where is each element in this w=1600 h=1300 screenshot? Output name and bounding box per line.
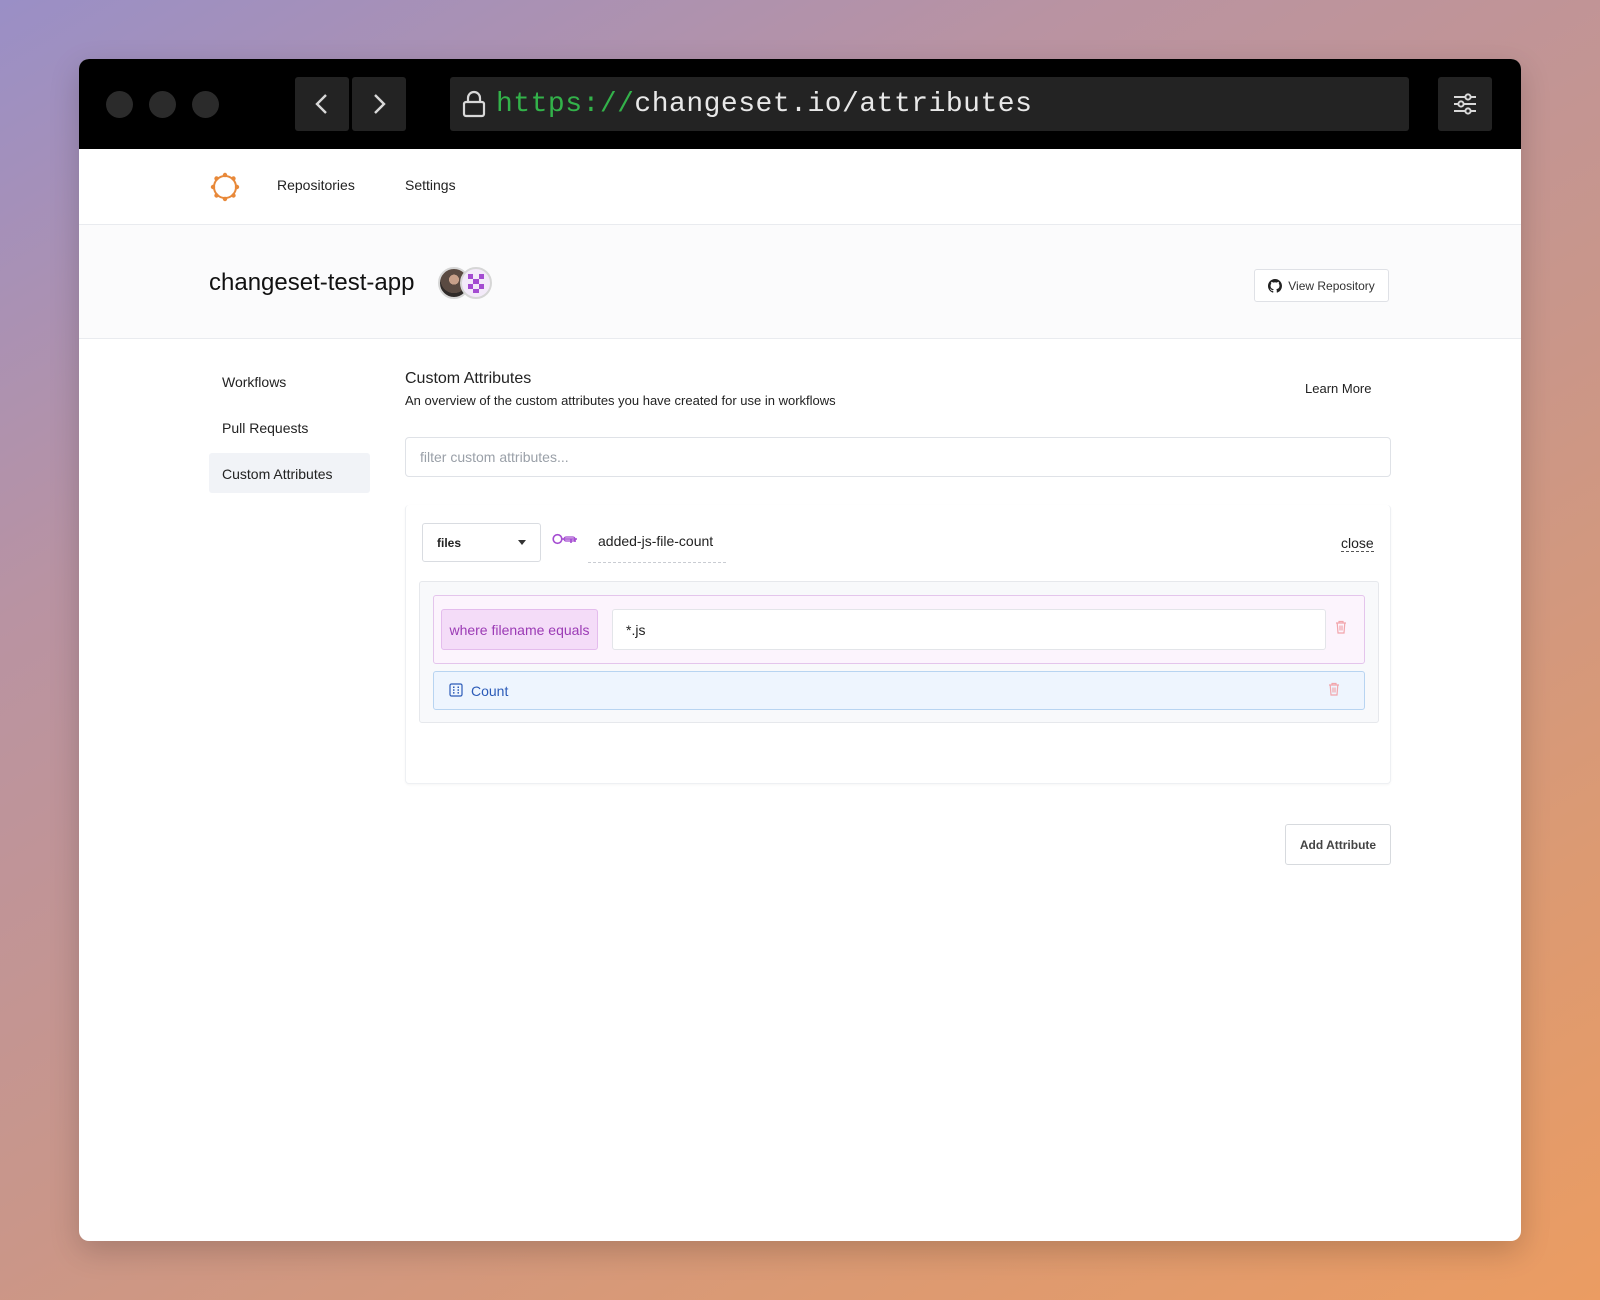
repo-title: changeset-test-app xyxy=(209,269,415,296)
section-title: Custom Attributes xyxy=(405,370,532,387)
forward-button[interactable] xyxy=(352,77,406,131)
url-scheme: https:// xyxy=(496,88,635,120)
trash-icon[interactable] xyxy=(1335,620,1347,634)
attribute-card: files added-js-file-count close where fi… xyxy=(405,505,1391,784)
nav-settings[interactable]: Settings xyxy=(405,177,456,193)
browser-chrome: https://changeset.io/attributes xyxy=(79,59,1521,149)
sidebar-item-workflows[interactable]: Workflows xyxy=(209,361,370,401)
chevron-right-icon xyxy=(374,94,386,114)
filter-value-input[interactable] xyxy=(612,609,1326,650)
calculator-icon xyxy=(449,683,463,697)
learn-more-link[interactable]: Learn More xyxy=(1305,381,1371,396)
sidebar-item-label: Pull Requests xyxy=(222,420,309,436)
github-icon xyxy=(1268,278,1283,293)
view-repository-label: View Repository xyxy=(1288,278,1375,293)
sidebar-item-custom-attributes[interactable]: Custom Attributes xyxy=(209,453,370,493)
filter-condition-label[interactable]: where filename equals xyxy=(441,609,598,650)
browser-window: https://changeset.io/attributes Reposito xyxy=(79,59,1521,1241)
chevron-left-icon xyxy=(315,94,327,114)
caret-down-icon xyxy=(518,540,526,545)
attribute-name-input[interactable]: added-js-file-count xyxy=(588,523,726,563)
window-close-dot[interactable] xyxy=(106,91,133,118)
section-subtitle: An overview of the custom attributes you… xyxy=(405,393,836,408)
aggregation-row: Count xyxy=(433,671,1365,710)
avatar[interactable] xyxy=(460,267,492,299)
url-text: https://changeset.io/attributes xyxy=(496,89,1032,120)
lock-icon xyxy=(462,90,486,118)
add-attribute-button[interactable]: Add Attribute xyxy=(1285,824,1391,865)
source-select[interactable]: files xyxy=(422,523,541,562)
trash-icon[interactable] xyxy=(1328,682,1340,696)
filter-rule-row: where filename equals xyxy=(433,595,1365,664)
rules-container: where filename equals Count xyxy=(419,581,1379,723)
changeset-logo-icon[interactable] xyxy=(209,171,241,203)
sliders-icon xyxy=(1454,93,1476,115)
sidebar-item-pull-requests[interactable]: Pull Requests xyxy=(209,407,370,447)
window-maximize-dot[interactable] xyxy=(192,91,219,118)
url-path: changeset.io/attributes xyxy=(634,88,1033,120)
repo-header: changeset-test-app View Repository xyxy=(79,225,1521,339)
view-repository-button[interactable]: View Repository xyxy=(1254,269,1389,302)
source-select-value: files xyxy=(437,535,462,550)
nav-repositories[interactable]: Repositories xyxy=(277,177,355,193)
filter-attributes-input[interactable] xyxy=(405,437,1391,477)
sidebar-item-label: Custom Attributes xyxy=(222,466,333,482)
key-icon xyxy=(552,533,577,545)
sidebar-item-label: Workflows xyxy=(222,374,287,390)
browser-settings-button[interactable] xyxy=(1438,77,1492,131)
address-bar[interactable]: https://changeset.io/attributes xyxy=(450,77,1409,131)
app-top-nav: Repositories Settings xyxy=(79,149,1521,225)
close-link[interactable]: close xyxy=(1341,536,1374,552)
identicon-icon xyxy=(468,274,484,293)
aggregation-label[interactable]: Count xyxy=(471,683,508,699)
window-minimize-dot[interactable] xyxy=(149,91,176,118)
back-button[interactable] xyxy=(295,77,349,131)
